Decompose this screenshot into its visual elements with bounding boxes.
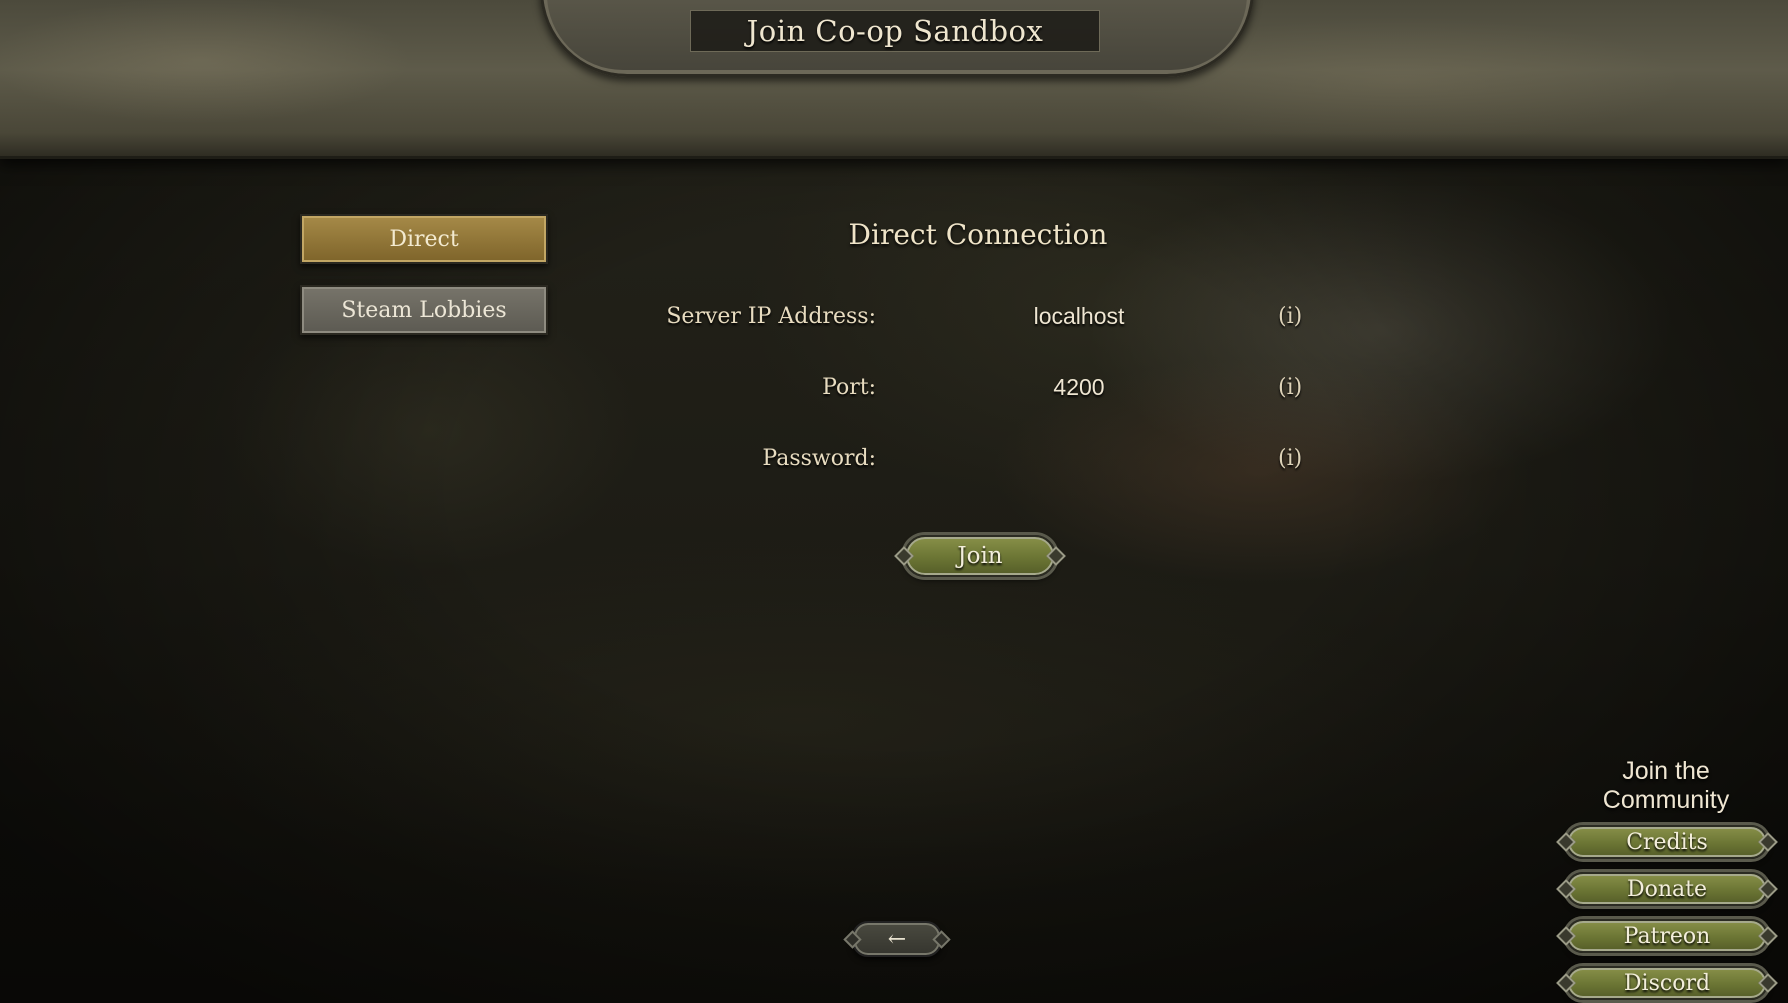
- port-input[interactable]: [972, 373, 1186, 402]
- patreon-button-label: Patreon: [1623, 923, 1711, 949]
- page-title: Join Co-op Sandbox: [746, 14, 1044, 48]
- section-title: Direct Connection: [848, 218, 1108, 251]
- port-info-icon[interactable]: (i): [1278, 375, 1302, 400]
- credits-button-label: Credits: [1626, 829, 1708, 855]
- port-label: Port:: [822, 375, 876, 400]
- tab-direct-label: Direct: [389, 226, 459, 252]
- password-label: Password:: [762, 446, 876, 471]
- header-bar: Join Co-op Sandbox: [0, 0, 1788, 159]
- discord-button[interactable]: Discord: [1556, 966, 1778, 1000]
- password-info-icon[interactable]: (i): [1278, 446, 1302, 471]
- donate-button-label: Donate: [1626, 876, 1708, 902]
- server-ip-input[interactable]: [972, 302, 1186, 331]
- tab-direct[interactable]: Direct: [300, 214, 548, 264]
- back-button[interactable]: ←: [843, 921, 951, 957]
- discord-button-label: Discord: [1623, 970, 1711, 996]
- password-input[interactable]: [972, 444, 1186, 473]
- server-ip-label: Server IP Address:: [666, 304, 876, 329]
- server-ip-info-icon[interactable]: (i): [1278, 304, 1302, 329]
- title-box: Join Co-op Sandbox: [690, 10, 1100, 52]
- back-arrow-icon: ←: [887, 926, 907, 952]
- tab-steam-lobbies[interactable]: Steam Lobbies: [300, 285, 548, 335]
- join-button[interactable]: Join: [894, 535, 1066, 577]
- credits-button[interactable]: Credits: [1556, 825, 1778, 859]
- tab-steam-lobbies-label: Steam Lobbies: [341, 297, 507, 323]
- community-title: Join the Community: [1602, 757, 1730, 814]
- donate-button[interactable]: Donate: [1556, 872, 1778, 906]
- patreon-button[interactable]: Patreon: [1556, 919, 1778, 953]
- join-button-label: Join: [957, 543, 1003, 569]
